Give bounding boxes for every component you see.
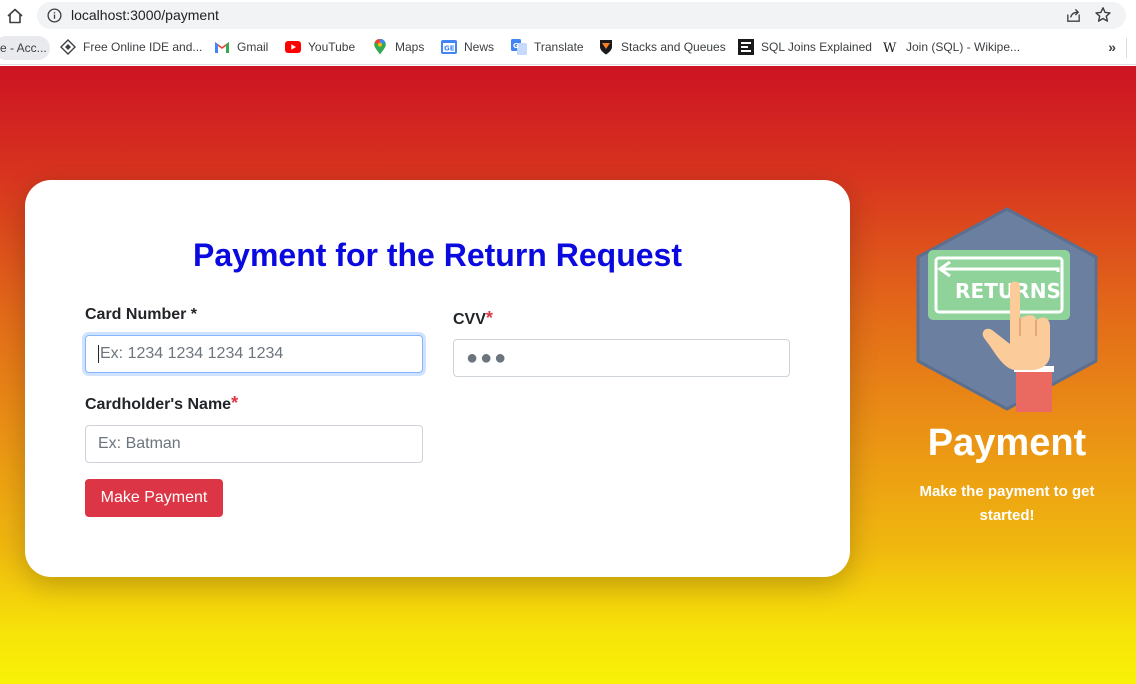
princeton-icon — [598, 39, 614, 55]
bookmark-item[interactable]: Stacks and Queues — [598, 37, 726, 57]
cvv-label-text: CVV — [453, 311, 486, 328]
bookmark-star-icon[interactable] — [1094, 6, 1112, 24]
bookmark-label: Gmail — [237, 40, 269, 54]
bookmarks-bar: e - Acc... Free Online IDE and... Gmail … — [0, 32, 1136, 65]
svg-text:GE: GE — [444, 45, 455, 53]
browser-address-bar: localhost:3000/payment — [0, 0, 1136, 32]
make-payment-button[interactable]: Make Payment — [85, 479, 223, 517]
bookmark-label: Maps — [395, 40, 425, 54]
side-subtitle: Make the payment to get started! — [919, 483, 1095, 524]
bookmark-item[interactable]: e - Acc... — [0, 36, 50, 60]
cardholder-label-text: Cardholder's Name — [85, 396, 232, 413]
bookmark-item[interactable]: Free Online IDE and... — [60, 37, 202, 57]
news-icon: GE — [441, 39, 457, 55]
more-bookmarks-chevron[interactable]: » — [1108, 39, 1116, 55]
returns-hand-illustration: RETURNS — [916, 207, 1098, 412]
returns-sign-text: RETURNS — [955, 279, 1061, 303]
text-caret — [98, 345, 99, 363]
card-number-placeholder: Ex: 1234 1234 1234 1234 — [100, 345, 284, 362]
card-number-input[interactable]: Ex: 1234 1234 1234 1234 — [85, 335, 423, 373]
ide-icon — [60, 39, 76, 55]
bookmark-item[interactable]: GE News — [441, 37, 494, 57]
side-title: Payment — [927, 422, 1087, 464]
bookmark-label: SQL Joins Explained — [761, 40, 872, 54]
bookmark-item[interactable]: SQL Joins Explained — [738, 37, 872, 57]
cvv-masked-value: ●●● — [466, 346, 509, 369]
home-icon[interactable] — [5, 6, 25, 26]
info-icon[interactable] — [47, 8, 62, 23]
page-background: Payment for the Return Request Card Numb… — [0, 66, 1136, 684]
payment-form-card: Payment for the Return Request Card Numb… — [25, 180, 850, 577]
share-icon[interactable] — [1065, 7, 1082, 24]
cardholder-placeholder: Ex: Batman — [98, 435, 181, 452]
cardholder-name-input[interactable]: Ex: Batman — [85, 425, 423, 463]
wikipedia-icon: W — [883, 39, 899, 55]
sql-icon — [738, 39, 754, 55]
cvv-label: CVV* — [453, 308, 493, 329]
bookmark-label: Translate — [534, 40, 584, 54]
required-asterisk: * — [485, 308, 493, 328]
cardholder-label: Cardholder's Name* — [85, 393, 238, 414]
gmail-icon — [214, 39, 230, 55]
bookmark-item[interactable]: Maps — [372, 37, 424, 57]
required-asterisk: * — [231, 393, 239, 413]
translate-icon: G — [511, 39, 527, 55]
bookmark-item[interactable]: Gmail — [214, 37, 268, 57]
url-text[interactable]: localhost:3000/payment — [71, 7, 219, 23]
card-number-label: Card Number * — [85, 306, 198, 323]
bookmark-item[interactable]: YouTube — [285, 37, 355, 57]
bookmark-label: YouTube — [308, 40, 356, 54]
omnibox[interactable]: localhost:3000/payment — [37, 2, 1126, 29]
youtube-icon — [285, 39, 301, 55]
bookmark-label: Join (SQL) - Wikipe... — [906, 40, 1021, 54]
bookmarks-divider — [1126, 38, 1127, 58]
bookmark-label: News — [464, 40, 495, 54]
bookmark-item[interactable]: W Join (SQL) - Wikipe... — [883, 37, 1020, 57]
bookmark-label: Free Online IDE and... — [83, 40, 203, 54]
form-title: Payment for the Return Request — [193, 237, 682, 273]
cvv-input[interactable]: ●●● — [453, 339, 790, 377]
maps-icon — [372, 39, 388, 55]
bookmark-label: e - Acc... — [0, 41, 47, 55]
bookmark-item[interactable]: G Translate — [511, 37, 584, 57]
svg-text:W: W — [883, 41, 897, 54]
bookmark-label: Stacks and Queues — [621, 40, 726, 54]
svg-text:G: G — [513, 42, 519, 50]
